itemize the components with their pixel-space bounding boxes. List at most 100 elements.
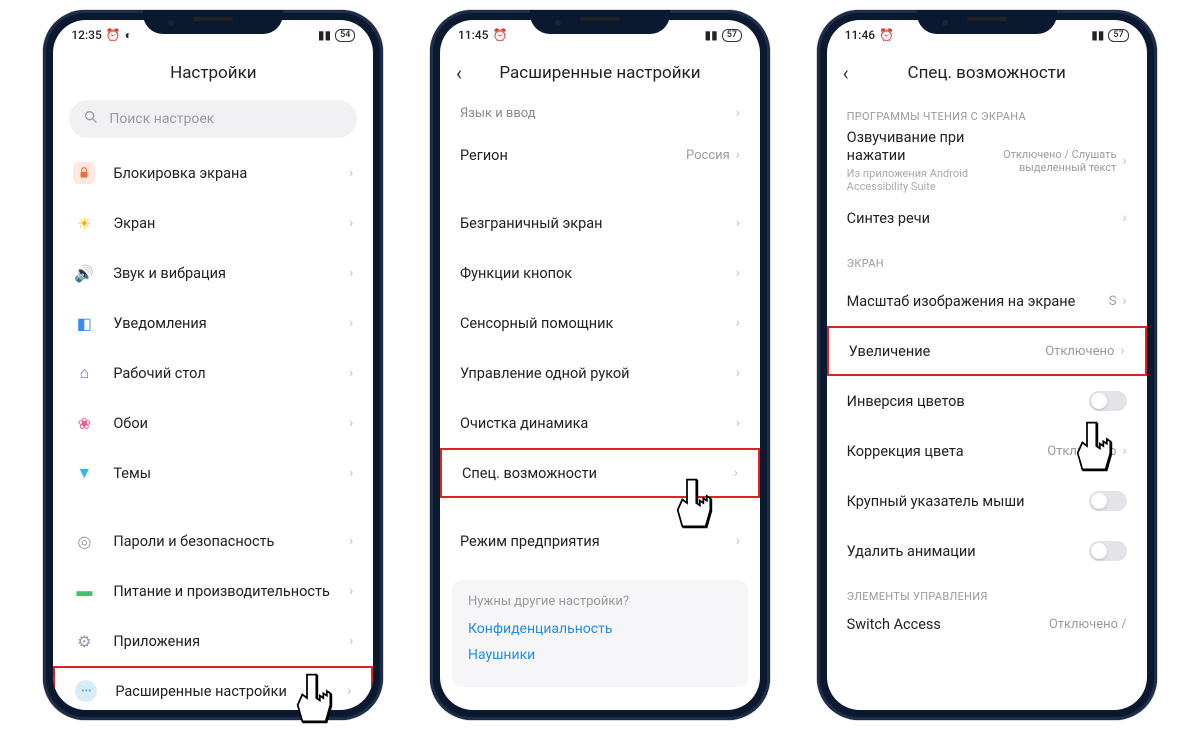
chevron-right-icon: › (736, 415, 740, 431)
chevron-right-icon: › (734, 465, 738, 481)
status-bar: 11:45 ⏰ ▮▮ 57 (440, 20, 760, 50)
row-apps[interactable]: ⚙ Приложения › (53, 616, 373, 666)
chevron-right-icon: › (349, 365, 353, 381)
row-quick-ball[interactable]: Сенсорный помощник› (440, 298, 760, 348)
chevron-right-icon: › (349, 165, 353, 181)
row-enterprise[interactable]: Режим предприятия› (440, 516, 760, 566)
title-bar: Настройки (53, 50, 373, 96)
row-notifications[interactable]: ◧ Уведомления › (53, 298, 373, 348)
back-button[interactable]: ‹ (456, 61, 462, 85)
sun-icon: ☀ (73, 212, 95, 234)
page-title: Настройки (170, 63, 257, 83)
row-themes[interactable]: ▼ Темы › (53, 448, 373, 498)
chevron-right-icon: › (349, 315, 353, 331)
row-language[interactable]: Язык и ввод › (440, 96, 760, 130)
chevron-right-icon: › (1122, 443, 1126, 459)
row-display-size[interactable]: Масштаб изображения на экранеS› (827, 276, 1147, 326)
chevron-right-icon: › (1122, 210, 1126, 226)
shield-icon: ◎ (73, 530, 95, 552)
row-tts[interactable]: Синтез речи› (827, 193, 1147, 243)
row-homescreen[interactable]: ⌂ Рабочий стол › (53, 348, 373, 398)
status-bar: 11:46⏰ ▮▮57 (827, 20, 1147, 50)
battery-icon: 57 (722, 29, 742, 42)
section-display: ЭКРАН (827, 243, 1147, 276)
chevron-right-icon: › (347, 683, 351, 699)
row-color-inversion[interactable]: Инверсия цветов (827, 376, 1147, 426)
row-advanced-settings[interactable]: ••• Расширенные настройки › (53, 666, 373, 710)
chevron-right-icon: › (349, 215, 353, 231)
link-privacy[interactable]: Конфиденциальность (468, 621, 732, 637)
gear-icon: ⚙ (73, 630, 95, 652)
chevron-right-icon: › (349, 265, 353, 281)
section-controls: ЭЛЕМЕНТЫ УПРАВЛЕНИЯ (827, 576, 1147, 609)
title-bar: ‹ Спец. возможности (827, 50, 1147, 96)
chevron-right-icon: › (349, 633, 353, 649)
row-fullscreen[interactable]: Безграничный экран› (440, 198, 760, 248)
row-large-pointer[interactable]: Крупный указатель мыши (827, 476, 1147, 526)
search-icon (83, 109, 99, 129)
notification-icon: ◧ (73, 312, 95, 334)
alarm-icon: ⏰ (106, 28, 121, 42)
chevron-right-icon: › (736, 265, 740, 281)
row-lockscreen[interactable]: Блокировка экрана › (53, 148, 373, 198)
status-bar: 12:35 ⏰ ◐ ▮▮ 54 (53, 20, 373, 50)
alarm-icon: ⏰ (492, 28, 507, 42)
row-sound[interactable]: 🔊 Звук и вибрация › (53, 248, 373, 298)
clock: 11:45 (458, 28, 488, 42)
search-input[interactable]: Поиск настроек (69, 100, 357, 138)
phone-frame-2: 11:45 ⏰ ▮▮ 57 ‹ Расширенные настройки Язык… (430, 10, 770, 720)
row-speaker-cleaner[interactable]: Очистка динамика› (440, 398, 760, 448)
home-icon: ⌂ (73, 362, 95, 384)
row-region[interactable]: Регион Россия › (440, 130, 760, 180)
chevron-right-icon: › (736, 365, 740, 381)
row-select-to-speak[interactable]: Озвучивание при нажатии Из приложения An… (827, 129, 1147, 193)
toggle-switch[interactable] (1089, 491, 1127, 511)
phone-frame-1: 12:35 ⏰ ◐ ▮▮ 54 Настройки Поиск настроек… (43, 10, 383, 720)
row-one-handed[interactable]: Управление одной рукой› (440, 348, 760, 398)
chevron-right-icon: › (1122, 293, 1126, 309)
battery-icon: ▬ (73, 580, 95, 602)
alarm-icon: ⏰ (879, 28, 894, 42)
row-battery[interactable]: ▬ Питание и производительность › (53, 566, 373, 616)
clock: 12:35 (71, 28, 101, 42)
chevron-right-icon: › (349, 583, 353, 599)
chevron-right-icon: › (349, 415, 353, 431)
phone-frame-3: 11:46⏰ ▮▮57 ‹ Спец. возможности ПРОГРАММ… (817, 10, 1157, 720)
back-button[interactable]: ‹ (843, 61, 849, 85)
link-headphones[interactable]: Наушники (468, 647, 732, 663)
chevron-right-icon: › (736, 147, 740, 163)
toggle-switch[interactable] (1089, 391, 1127, 411)
chevron-right-icon: › (736, 215, 740, 231)
signal-icon: ▮▮ (1091, 28, 1104, 42)
search-placeholder: Поиск настроек (109, 111, 214, 127)
battery-icon: 54 (335, 29, 355, 42)
row-magnification[interactable]: УвеличениеОтключено› (827, 326, 1147, 376)
chevron-right-icon: › (349, 465, 353, 481)
row-remove-animations[interactable]: Удалить анимации (827, 526, 1147, 576)
lock-icon (73, 162, 95, 184)
speaker-icon: 🔊 (73, 262, 95, 284)
row-accessibility[interactable]: Спец. возможности› (440, 448, 760, 498)
row-color-correction[interactable]: Коррекция цветаОтключено› (827, 426, 1147, 476)
dnd-icon: ◐ (125, 28, 132, 42)
toggle-switch[interactable] (1089, 541, 1127, 561)
title-bar: ‹ Расширенные настройки (440, 50, 760, 96)
row-wallpaper[interactable]: ❀ Обои › (53, 398, 373, 448)
chevron-right-icon: › (1122, 153, 1126, 169)
section-screen-readers: ПРОГРАММЫ ЧТЕНИЯ С ЭКРАНА (827, 96, 1147, 129)
row-switch-access[interactable]: Switch AccessОтключено / (827, 609, 1147, 639)
more-icon: ••• (75, 680, 97, 702)
chevron-right-icon: › (736, 315, 740, 331)
page-title: Расширенные настройки (499, 63, 700, 83)
chevron-right-icon: › (349, 533, 353, 549)
signal-icon: ▮▮ (318, 28, 331, 42)
page-title: Спец. возможности (908, 63, 1066, 83)
row-security[interactable]: ◎ Пароли и безопасность › (53, 516, 373, 566)
clock: 11:46 (845, 28, 875, 42)
row-button-functions[interactable]: Функции кнопок› (440, 248, 760, 298)
row-display[interactable]: ☀ Экран › (53, 198, 373, 248)
signal-icon: ▮▮ (705, 28, 718, 42)
chevron-right-icon: › (1120, 343, 1124, 359)
themes-icon: ▼ (73, 462, 95, 484)
chevron-right-icon: › (736, 533, 740, 549)
